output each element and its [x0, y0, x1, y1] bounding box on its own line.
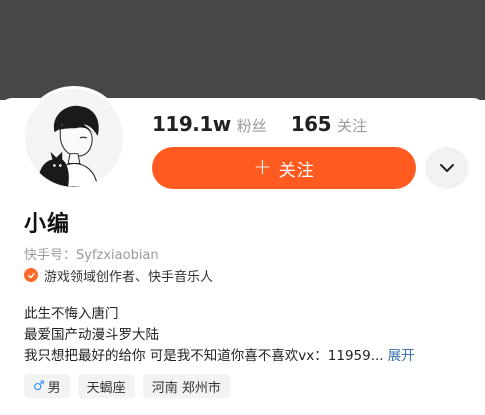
- bio-line-2: 最爱国产动漫斗罗大陆: [24, 327, 159, 343]
- bio-line-1: 此生不悔入唐门: [24, 306, 119, 322]
- profile-cover: [0, 0, 485, 100]
- male-icon: ♂: [33, 378, 45, 394]
- zodiac-label: 天蝎座: [86, 380, 126, 396]
- plus-icon: +: [253, 155, 273, 180]
- certification: 游戏领域创作者、快手音乐人: [24, 266, 214, 285]
- bio: 此生不悔入唐门 最爱国产动漫斗罗大陆 我只想把最好的给你 可是我不知道你喜不喜欢…: [24, 304, 415, 367]
- bio-line-3: 我只想把最好的给你 可是我不知道你喜不喜欢vx：11959... 展开: [24, 346, 415, 367]
- followers-label: 粉丝: [236, 117, 267, 135]
- zodiac-tag: 天蝎座: [77, 374, 135, 398]
- gender-tag: ♂ 男: [24, 374, 70, 398]
- chevron-down-icon: [440, 164, 454, 172]
- follow-button-label: 关注: [278, 160, 315, 181]
- location-tag: 河南 郑州市: [142, 374, 230, 398]
- gender-label: 男: [47, 380, 61, 396]
- followers-count: 119.1w: [152, 112, 231, 136]
- certification-text: 游戏领域创作者、快手音乐人: [44, 269, 214, 285]
- location-label: 河南 郑州市: [151, 380, 221, 396]
- following-count: 165: [290, 112, 332, 136]
- followers-stat[interactable]: 119.1w 粉丝: [152, 112, 267, 136]
- nickname: 小编: [24, 212, 71, 237]
- expand-bio-link[interactable]: 展开: [388, 348, 415, 364]
- bio-line-3-text: 我只想把最好的给你 可是我不知道你喜不喜欢vx：11959...: [24, 348, 384, 364]
- profile-tags: ♂ 男 天蝎座 河南 郑州市: [24, 374, 230, 398]
- more-options-button[interactable]: [425, 147, 469, 189]
- profile-stats: 119.1w 粉丝 165 关注: [152, 112, 367, 140]
- user-id[interactable]: 快手号：Syfzxiaobian: [24, 244, 159, 263]
- avatar[interactable]: [22, 86, 126, 190]
- avatar-illustration: [25, 89, 123, 187]
- verified-badge-icon: [24, 268, 38, 282]
- following-stat[interactable]: 165 关注: [291, 112, 367, 136]
- following-label: 关注: [337, 117, 368, 135]
- follow-button[interactable]: + 关注: [152, 147, 416, 189]
